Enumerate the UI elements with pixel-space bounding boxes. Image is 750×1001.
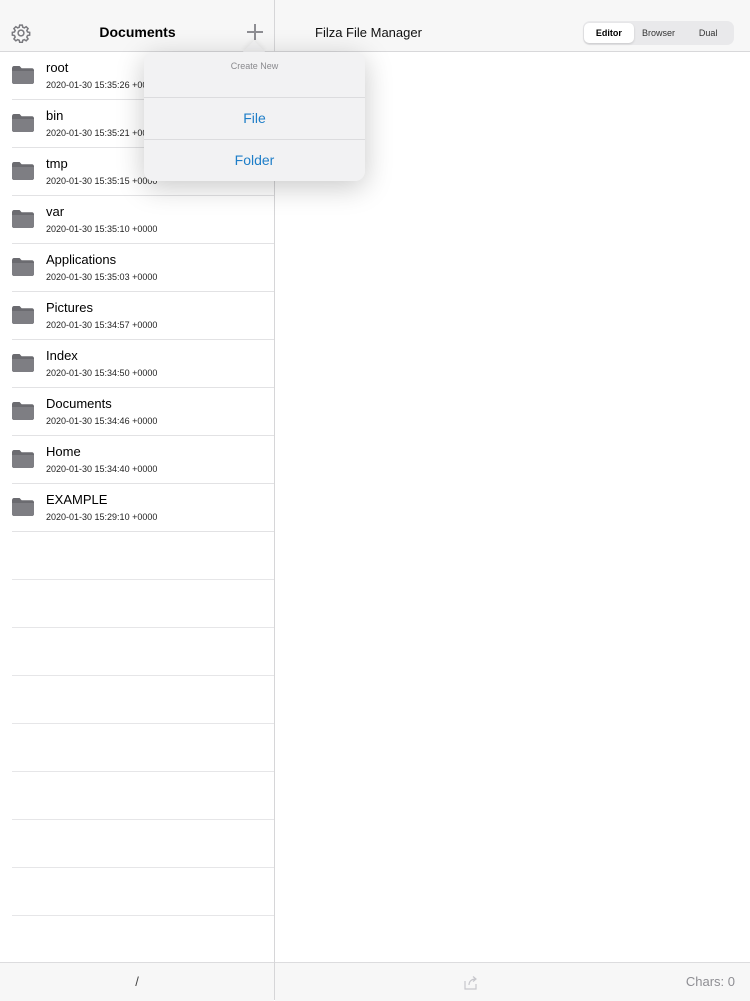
file-list: root 2020-01-30 15:35:26 +0000 bin 2020-01-… [0, 52, 274, 964]
file-date: 2020-01-30 15:35:26 +0000 [46, 80, 158, 90]
segment-browser[interactable]: Browser [634, 23, 684, 43]
file-name: Documents [46, 396, 112, 411]
folder-icon [12, 402, 34, 420]
segment-editor[interactable]: Editor [584, 23, 634, 43]
folder-icon [12, 258, 34, 276]
file-date: 2020-01-30 15:35:21 +0000 [46, 128, 158, 138]
create-file-button[interactable]: File [144, 98, 365, 140]
char-count: Chars: 0 [685, 974, 735, 989]
file-list-item[interactable]: EXAMPLE 2020-01-30 15:29:10 +0000 [12, 484, 274, 532]
left-bottom-bar: / [0, 962, 274, 1001]
file-name: tmp [46, 156, 68, 171]
file-date: 2020-01-30 15:34:40 +0000 [46, 464, 158, 474]
file-list-item[interactable]: Home 2020-01-30 15:34:40 +0000 [12, 436, 274, 484]
create-new-popover: Create New File Folder [144, 52, 365, 181]
empty-row [12, 676, 274, 724]
current-path: / [135, 974, 139, 989]
file-name: root [46, 60, 69, 75]
empty-row [12, 916, 274, 964]
folder-icon [12, 498, 34, 516]
file-date: 2020-01-30 15:34:57 +0000 [46, 320, 158, 330]
popover-title: Create New [144, 52, 365, 98]
file-name: EXAMPLE [46, 492, 108, 507]
file-name: Pictures [46, 300, 93, 315]
share-icon[interactable] [463, 975, 479, 991]
file-list-item[interactable]: Documents 2020-01-30 15:34:46 +0000 [12, 388, 274, 436]
left-navbar: Documents [0, 0, 274, 52]
empty-row [12, 868, 274, 916]
folder-icon [12, 114, 34, 132]
file-date: 2020-01-30 15:35:03 +0000 [46, 272, 158, 282]
file-date: 2020-01-30 15:35:10 +0000 [46, 224, 158, 234]
folder-icon [12, 210, 34, 228]
file-list-item[interactable]: Pictures 2020-01-30 15:34:57 +0000 [12, 292, 274, 340]
folder-icon [12, 162, 34, 180]
segment-dual[interactable]: Dual [683, 23, 733, 43]
right-bottom-bar: Chars: 0 [275, 962, 750, 1001]
plus-icon[interactable] [244, 21, 266, 43]
folder-icon [12, 450, 34, 468]
file-date: 2020-01-30 15:34:46 +0000 [46, 416, 158, 426]
right-navbar: Filza File Manager Editor Browser Dual [275, 0, 750, 52]
file-list-item[interactable]: var 2020-01-30 15:35:10 +0000 [12, 196, 274, 244]
file-name: Index [46, 348, 78, 363]
file-name: Home [46, 444, 81, 459]
empty-row [12, 628, 274, 676]
app-title: Filza File Manager [315, 25, 422, 40]
folder-icon [12, 354, 34, 372]
file-name: bin [46, 108, 64, 123]
file-list-item[interactable]: Applications 2020-01-30 15:35:03 +0000 [12, 244, 274, 292]
empty-row [12, 820, 274, 868]
folder-icon [12, 66, 34, 84]
create-folder-button[interactable]: Folder [144, 140, 365, 181]
gear-icon[interactable] [11, 23, 31, 43]
file-date: 2020-01-30 15:34:50 +0000 [46, 368, 158, 378]
file-name: var [46, 204, 65, 219]
file-date: 2020-01-30 15:29:10 +0000 [46, 512, 158, 522]
empty-row [12, 580, 274, 628]
file-name: Applications [46, 252, 117, 267]
page-title: Documents [99, 24, 176, 40]
empty-row [12, 772, 274, 820]
folder-icon [12, 306, 34, 324]
empty-row [12, 724, 274, 772]
file-date: 2020-01-30 15:35:15 +0000 [46, 176, 158, 186]
file-list-item[interactable]: Index 2020-01-30 15:34:50 +0000 [12, 340, 274, 388]
mode-segmented-control: Editor Browser Dual [583, 21, 734, 45]
empty-row [12, 532, 274, 580]
